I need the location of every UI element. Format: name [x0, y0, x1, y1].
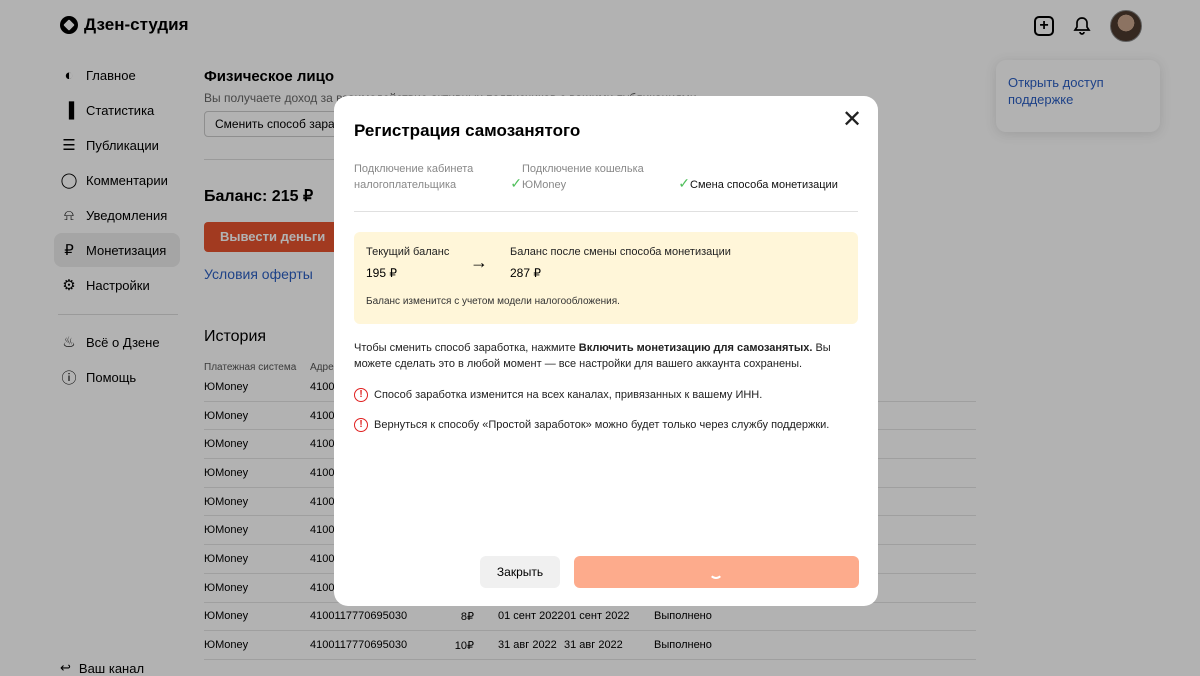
- warning-icon: !: [354, 388, 368, 402]
- stepper: Подключение кабинета налогоплательщика ✓…: [354, 161, 858, 212]
- balance-note: Баланс изменится с учетом модели налогоо…: [366, 296, 620, 307]
- modal-title: Регистрация самозанятого: [354, 121, 581, 140]
- step-label: Смена способа монетизации: [690, 179, 838, 191]
- enable-monetization-button[interactable]: [574, 556, 859, 588]
- warning-2: ! Вернуться к способу «Простой заработок…: [354, 418, 858, 432]
- step-monetization: Смена способа монетизации: [690, 161, 858, 193]
- info-prefix: Чтобы сменить способ заработка, нажмите: [354, 342, 579, 354]
- spinner-icon: [709, 565, 723, 579]
- warning-icon: !: [354, 418, 368, 432]
- info-bold: Включить монетизацию для самозанятых.: [578, 342, 813, 354]
- check-icon: ✓: [678, 175, 690, 191]
- new-balance-value: 287 ₽: [510, 266, 541, 280]
- warning-text: Вернуться к способу «Простой заработок» …: [374, 419, 830, 431]
- close-button[interactable]: Закрыть: [480, 556, 560, 588]
- arrow-right-icon: →: [470, 252, 488, 272]
- check-icon: ✓: [510, 175, 522, 191]
- balance-change-box: Текущий баланс 195 ₽ → Баланс после смен…: [354, 232, 858, 324]
- close-icon[interactable]: ✕: [838, 106, 866, 134]
- self-employed-modal: ✕ Регистрация самозанятого Подключение к…: [334, 96, 878, 606]
- step-label: Подключение кабинета налогоплательщика: [354, 163, 474, 191]
- step-tax-cabinet: Подключение кабинета налогоплательщика ✓: [354, 161, 522, 193]
- step-wallet: Подключение кошелька ЮMoney ✓: [522, 161, 690, 193]
- step-label: Подключение кошелька ЮMoney: [522, 163, 644, 191]
- new-balance-label: Баланс после смены способа монетизации: [510, 246, 731, 258]
- current-balance-label: Текущий баланс: [366, 246, 450, 258]
- info-text: Чтобы сменить способ заработка, нажмите …: [354, 340, 858, 372]
- warning-text: Способ заработка изменится на всех канал…: [374, 389, 763, 401]
- warning-1: ! Способ заработка изменится на всех кан…: [354, 388, 858, 402]
- current-balance-value: 195 ₽: [366, 266, 397, 280]
